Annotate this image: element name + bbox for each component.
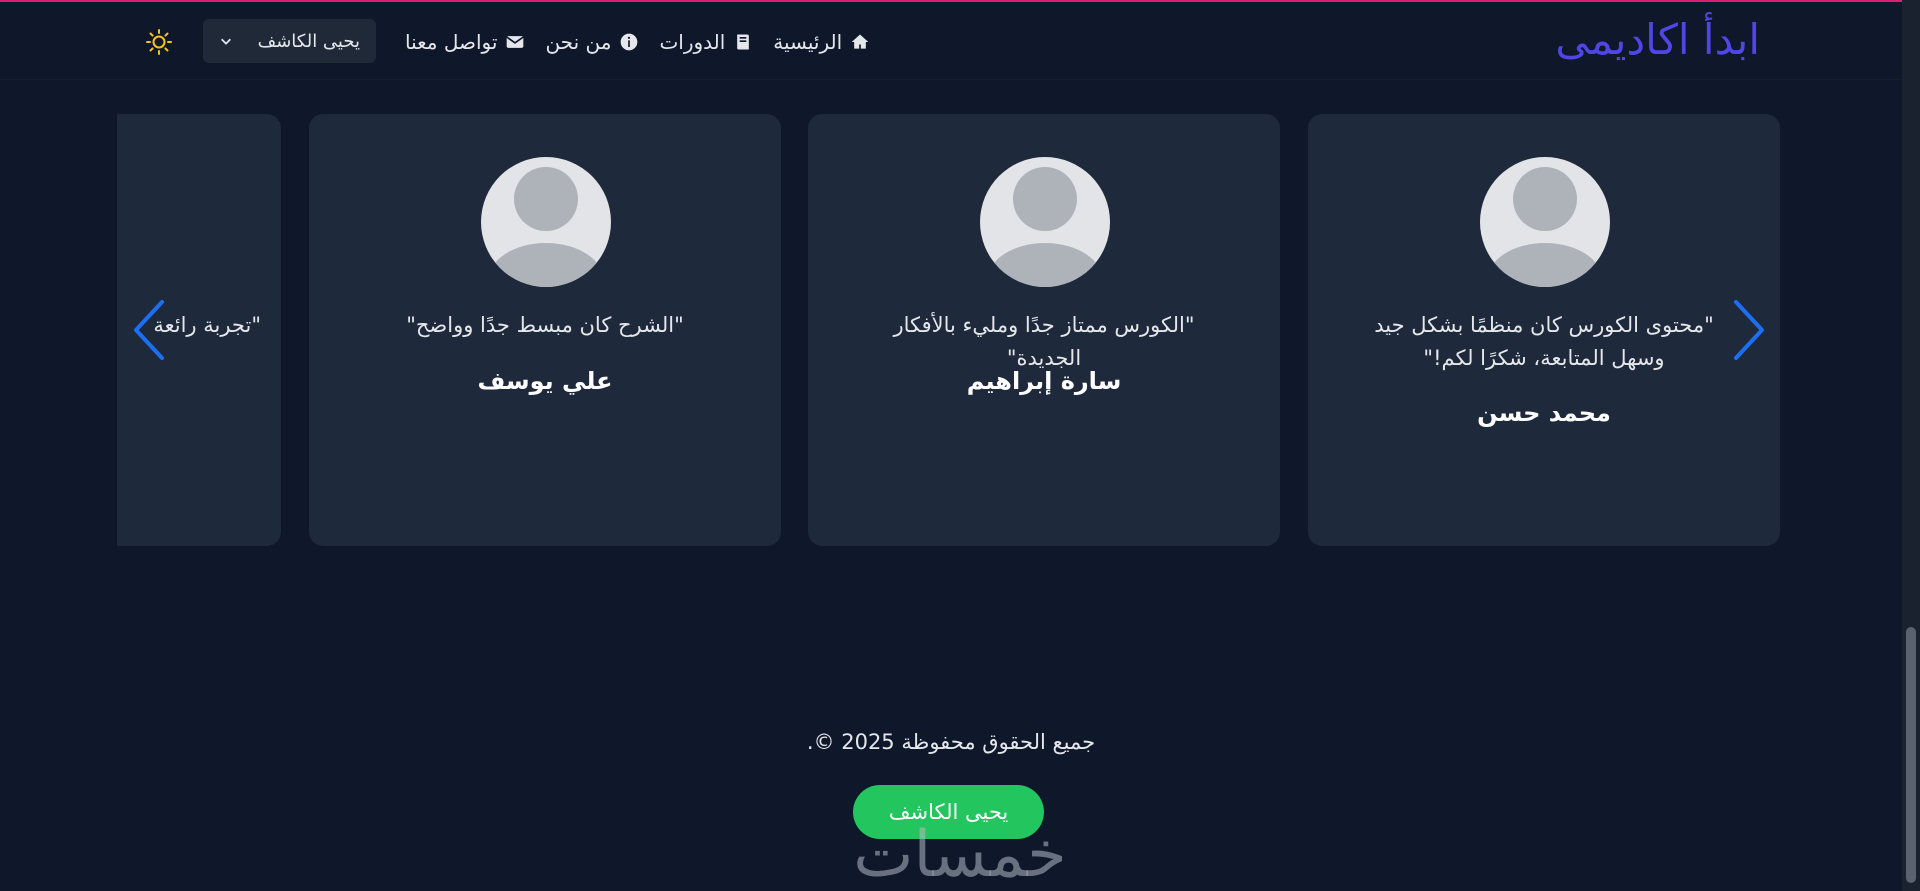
user-menu-name: يحيى الكاشف xyxy=(257,30,360,52)
carousel-prev-button[interactable] xyxy=(130,298,170,362)
testimonial-quote: "محتوى الكورس كان منظمًا بشكل جيد وسهل ا… xyxy=(1374,313,1714,370)
nav-item-about[interactable]: من نحن xyxy=(545,30,639,54)
user-placeholder-icon xyxy=(987,167,1103,287)
watermark-logo: خمسات xyxy=(853,818,1067,891)
envelope-icon xyxy=(506,36,525,48)
user-menu-dropdown[interactable]: يحيى الكاشف xyxy=(203,19,376,63)
testimonial-author: سارة إبراهيم xyxy=(966,367,1122,395)
sun-icon[interactable] xyxy=(145,28,173,56)
nav-item-contact[interactable]: تواصل معنا xyxy=(405,30,525,54)
testimonial-quote: "الشرح كان مبسط جدًا وواضح" xyxy=(406,313,684,337)
testimonial-author: محمد حسن xyxy=(1477,399,1611,427)
user-placeholder-icon xyxy=(488,167,604,287)
navbar: ابدأ اكاديمى الرئيسية الدورات من نحن توا… xyxy=(0,2,1902,80)
chevron-down-icon xyxy=(221,38,231,45)
avatar xyxy=(980,157,1110,287)
scrollbar-thumb[interactable] xyxy=(1906,627,1916,883)
carousel-next-button[interactable] xyxy=(1728,298,1768,362)
testimonial-card: "الشرح كان مبسط جدًا وواضح" علي يوسف xyxy=(309,114,781,546)
testimonials-carousel: "محتوى الكورس كان منظمًا بشكل جيد وسهل ا… xyxy=(117,114,1780,546)
book-icon xyxy=(737,34,750,50)
nav-item-courses[interactable]: الدورات xyxy=(659,30,753,54)
nav-item-label: الرئيسية xyxy=(773,30,843,54)
avatar xyxy=(1480,157,1610,287)
nav-links: الرئيسية الدورات من نحن تواصل معنا xyxy=(405,22,870,62)
testimonial-card: "الكورس ممتاز جدًا ومليء بالأفكار الجديد… xyxy=(808,114,1280,546)
copyright-text: جميع الحقوق محفوظة 2025 ©. xyxy=(806,730,1096,754)
avatar xyxy=(481,157,611,287)
user-placeholder-icon xyxy=(1487,167,1603,287)
brand-logo[interactable]: ابدأ اكاديمى xyxy=(1555,14,1760,66)
nav-item-label: الدورات xyxy=(659,30,726,54)
testimonial-quote: "الكورس ممتاز جدًا ومليء بالأفكار الجديد… xyxy=(893,313,1195,370)
testimonial-card: "محتوى الكورس كان منظمًا بشكل جيد وسهل ا… xyxy=(1308,114,1780,546)
page-scrollbar[interactable] xyxy=(1902,0,1920,891)
nav-item-label: تواصل معنا xyxy=(405,30,498,54)
nav-item-label: من نحن xyxy=(545,30,612,54)
info-icon xyxy=(621,33,638,51)
testimonial-author: علي يوسف xyxy=(477,367,613,395)
home-icon xyxy=(851,34,869,49)
nav-item-home[interactable]: الرئيسية xyxy=(773,30,870,54)
